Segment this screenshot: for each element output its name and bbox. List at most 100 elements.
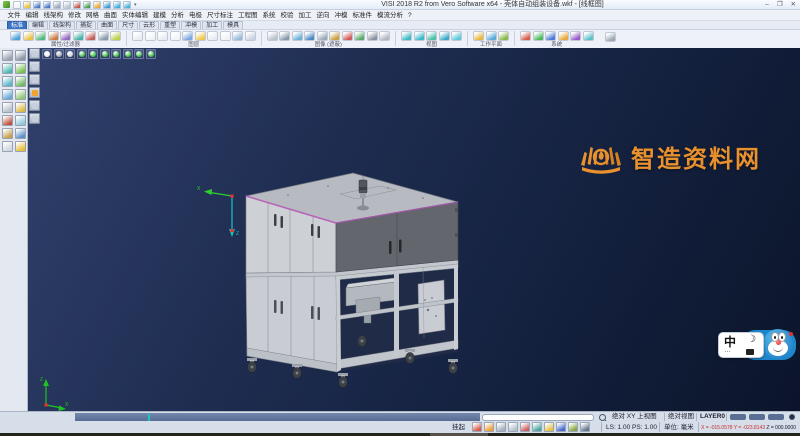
layer-box3-icon[interactable] — [207, 31, 218, 41]
menu-item[interactable]: 校验 — [278, 10, 296, 21]
mask-solid-icon[interactable] — [304, 31, 315, 41]
redo-icon[interactable] — [113, 1, 121, 9]
new-file-icon[interactable] — [13, 1, 21, 9]
view-status[interactable]: 绝对视图 — [668, 412, 694, 421]
filter-book-3-icon[interactable] — [29, 74, 40, 85]
render-shaded-white-icon[interactable] — [42, 49, 52, 59]
sys-options-icon[interactable] — [545, 31, 556, 41]
attr-color-icon[interactable] — [23, 31, 34, 41]
menu-item[interactable]: 冲模 — [332, 10, 350, 21]
paste-icon[interactable] — [93, 1, 101, 9]
snap-point-icon[interactable] — [472, 422, 482, 432]
mask-ghost-icon[interactable] — [317, 31, 328, 41]
grid-toggle-icon[interactable] — [568, 422, 578, 432]
ime-skin-icon[interactable] — [746, 349, 754, 355]
save-icon[interactable] — [33, 1, 41, 9]
save-all-icon[interactable] — [43, 1, 51, 9]
snap-center-icon[interactable] — [508, 422, 518, 432]
layer-merge-icon[interactable] — [245, 31, 256, 41]
attr-clean-icon[interactable] — [110, 31, 121, 41]
toolbar-tab[interactable]: 编辑 — [28, 21, 48, 29]
plane-tool-icon[interactable] — [15, 102, 26, 113]
layer-box4-icon[interactable] — [220, 31, 231, 41]
plot-print-icon[interactable] — [605, 32, 616, 42]
menu-item[interactable]: 文件 — [5, 10, 23, 21]
maximize-button[interactable]: ❐ — [777, 0, 783, 10]
copy-icon[interactable] — [83, 1, 91, 9]
menu-item[interactable]: 模流分析 — [375, 10, 406, 21]
view-front-icon[interactable] — [100, 49, 110, 59]
snap-intersect-icon[interactable] — [520, 422, 530, 432]
edit-pencil-icon[interactable] — [15, 76, 26, 87]
sys-redo-icon[interactable] — [533, 31, 544, 41]
menu-item[interactable]: 逆向 — [314, 10, 332, 21]
paint-tool-icon[interactable] — [15, 128, 26, 139]
surface-check-icon[interactable] — [15, 89, 26, 100]
view-isometric-icon[interactable] — [77, 49, 87, 59]
swatch-blue-2[interactable] — [749, 414, 765, 420]
qat-dropdown-icon[interactable]: ▾ — [134, 1, 137, 9]
command-search-input[interactable] — [482, 414, 594, 421]
mask-show-icon[interactable] — [354, 31, 365, 41]
toolbar-tab[interactable]: 冲模 — [181, 21, 201, 29]
menu-item[interactable]: 加工 — [296, 10, 314, 21]
toolbar-tab[interactable]: 云形 — [139, 21, 159, 29]
ime-pill[interactable]: 中 ☽ … — [718, 332, 764, 358]
mask-half-icon[interactable] — [279, 31, 290, 41]
delete-red-icon[interactable] — [2, 115, 13, 126]
sphere-tool-icon[interactable] — [15, 141, 26, 152]
mask-sphere-icon[interactable] — [267, 31, 278, 41]
mask-invert-icon[interactable] — [367, 31, 378, 41]
attr-match-icon[interactable] — [73, 31, 84, 41]
wp-define-icon[interactable] — [473, 31, 484, 41]
zoom-box-icon[interactable] — [2, 63, 13, 74]
menu-item[interactable]: ? — [406, 10, 415, 21]
menu-item[interactable]: 系统 — [260, 10, 278, 21]
view-rotate-icon[interactable] — [439, 31, 450, 41]
layer-move-icon[interactable] — [232, 31, 243, 41]
help-icon[interactable] — [123, 1, 131, 9]
menu-item[interactable]: 线架构 — [41, 10, 66, 21]
view-right-icon[interactable] — [134, 49, 144, 59]
attr-linetype-icon[interactable] — [60, 31, 71, 41]
sys-macro-icon[interactable] — [570, 31, 581, 41]
toolbar-tab[interactable]: 捕捉 — [76, 21, 96, 29]
layers-tool-icon[interactable] — [15, 115, 26, 126]
menu-item[interactable]: 分析 — [169, 10, 187, 21]
axis-toggle-icon[interactable] — [580, 422, 590, 432]
view-zoom-window-icon[interactable] — [414, 31, 425, 41]
check-green-icon[interactable] — [15, 63, 26, 74]
filter-book-1-icon[interactable] — [29, 48, 40, 59]
mask-all-icon[interactable] — [379, 31, 390, 41]
ime-toolbar[interactable]: 中 ☽ … — [718, 328, 798, 364]
layer-new-icon[interactable] — [132, 31, 143, 41]
view-top-icon[interactable] — [88, 49, 98, 59]
view-bottom-icon[interactable] — [146, 49, 156, 59]
wp-align-icon[interactable] — [486, 31, 497, 41]
toolbar-tab[interactable]: 模具 — [223, 21, 243, 29]
mask-box-icon[interactable] — [329, 31, 340, 41]
attr-filter-icon[interactable] — [35, 31, 46, 41]
snap-quadrant-icon[interactable] — [544, 422, 554, 432]
layer-current-icon[interactable] — [182, 31, 193, 41]
render-ghost-icon[interactable] — [65, 49, 75, 59]
toolbar-tab[interactable]: 曲面 — [97, 21, 117, 29]
menu-item[interactable]: 电极 — [187, 10, 205, 21]
snap-grid-icon[interactable] — [484, 422, 494, 432]
open-model-icon[interactable] — [2, 50, 13, 61]
swatch-blue-1[interactable] — [730, 414, 746, 420]
menu-item[interactable]: 建模 — [151, 10, 169, 21]
toolbar-tab[interactable]: 重塑 — [160, 21, 180, 29]
render-shaded-gray-icon[interactable] — [54, 49, 64, 59]
view-pan-icon[interactable] — [426, 31, 437, 41]
layer-list-icon[interactable] — [145, 31, 156, 41]
swatch-blue-3[interactable] — [768, 414, 784, 420]
snap-tangent-icon[interactable] — [532, 422, 542, 432]
toolbar-tab[interactable]: 标准 — [7, 21, 27, 29]
menu-item[interactable]: 实体编辑 — [120, 10, 151, 21]
menu-item[interactable]: 网格 — [84, 10, 102, 21]
status-circle-icon[interactable] — [789, 414, 795, 420]
scissors-icon[interactable] — [15, 50, 26, 61]
filter-book-2-icon[interactable] — [29, 61, 40, 72]
3d-viewport[interactable]: X Z Z X — [28, 48, 800, 411]
